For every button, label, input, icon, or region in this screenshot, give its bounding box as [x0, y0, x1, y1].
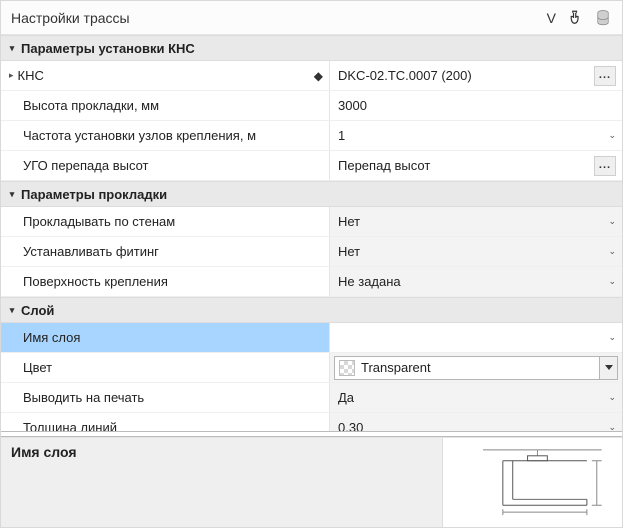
chevron-down-icon: ⌄ — [608, 130, 616, 141]
label-walls[interactable]: Прокладывать по стенам — [1, 207, 330, 236]
combo-drop-button[interactable] — [599, 357, 617, 379]
chevron-down-icon: ⌄ — [608, 332, 616, 343]
value-walls[interactable]: Нет ⌄ — [330, 207, 622, 236]
value-fitting[interactable]: Нет ⌄ — [330, 237, 622, 266]
row-layer-name: Имя слоя ⌄ — [1, 323, 622, 353]
label-surface[interactable]: Поверхность крепления — [1, 267, 330, 296]
row-surface: Поверхность крепления Не задана ⌄ — [1, 267, 622, 297]
value-height[interactable]: 3000 — [330, 91, 622, 120]
value-linewidth[interactable]: 0,30 ⌄ — [330, 413, 622, 431]
row-walls: Прокладывать по стенам Нет ⌄ — [1, 207, 622, 237]
label-color[interactable]: Цвет — [1, 353, 330, 382]
browse-button[interactable]: ... — [594, 156, 616, 176]
row-print: Выводить на печать Да ⌄ — [1, 383, 622, 413]
label-fitting[interactable]: Устанавливать фитинг — [1, 237, 330, 266]
value-kns[interactable]: DKC-02.TC.0007 (200) ... — [330, 61, 622, 90]
row-height: Высота прокладки, мм 3000 — [1, 91, 622, 121]
expand-icon: ▸ — [9, 70, 14, 81]
section-header-install[interactable]: ▾ Параметры установки КНС — [1, 35, 622, 61]
value-print[interactable]: Да ⌄ — [330, 383, 622, 412]
value-color[interactable]: Transparent — [330, 353, 622, 382]
drag-icon[interactable] — [566, 9, 584, 27]
row-linewidth: Толщина линий 0,30 ⌄ — [1, 413, 622, 431]
titlebar: Настройки трассы V — [1, 1, 622, 35]
chevron-down-icon: ⌄ — [608, 216, 616, 227]
property-grid[interactable]: ▾ Параметры установки КНС ▸ КНС ◆ DKC-02… — [1, 35, 622, 431]
row-ugo: УГО перепада высот Перепад высот ... — [1, 151, 622, 181]
section-header-laying[interactable]: ▾ Параметры прокладки — [1, 181, 622, 207]
collapse-icon: ▾ — [5, 41, 19, 55]
label-freq[interactable]: Частота установки узлов крепления, м — [1, 121, 330, 150]
value-layer-name[interactable]: ⌄ — [330, 323, 622, 352]
row-kns: ▸ КНС ◆ DKC-02.TC.0007 (200) ... — [1, 61, 622, 91]
row-color: Цвет Transparent — [1, 353, 622, 383]
preview-thumbnail — [442, 438, 622, 527]
chevron-down-icon: ⌄ — [608, 246, 616, 257]
section-header-layer[interactable]: ▾ Слой — [1, 297, 622, 323]
row-freq: Частота установки узлов крепления, м 1 ⌄ — [1, 121, 622, 151]
value-freq[interactable]: 1 ⌄ — [330, 121, 622, 150]
label-kns[interactable]: ▸ КНС ◆ — [1, 61, 330, 90]
label-ugo[interactable]: УГО перепада высот — [1, 151, 330, 180]
section-title: Слой — [21, 303, 54, 318]
color-combobox[interactable]: Transparent — [334, 356, 618, 380]
label-print[interactable]: Выводить на печать — [1, 383, 330, 412]
chevron-down-icon: ⌄ — [608, 276, 616, 287]
transparent-swatch-icon — [339, 360, 355, 376]
database-icon[interactable] — [594, 9, 612, 27]
settings-panel: Настройки трассы V — [0, 0, 623, 528]
value-surface[interactable]: Не задана ⌄ — [330, 267, 622, 296]
label-layer-name[interactable]: Имя слоя — [1, 323, 330, 352]
section-title: Параметры прокладки — [21, 187, 167, 202]
property-description: Имя слоя — [1, 438, 442, 527]
chevron-down-icon: ⌄ — [608, 392, 616, 403]
linked-db-icon: ◆ — [314, 69, 323, 83]
row-fitting: Устанавливать фитинг Нет ⌄ — [1, 237, 622, 267]
value-ugo[interactable]: Перепад высот ... — [330, 151, 622, 180]
view-mode-icon[interactable]: V — [547, 10, 556, 26]
section-title: Параметры установки КНС — [21, 41, 195, 56]
label-linewidth[interactable]: Толщина линий — [1, 413, 330, 431]
collapse-icon: ▾ — [5, 303, 19, 317]
titlebar-actions: V — [547, 9, 612, 27]
chevron-down-icon: ⌄ — [608, 422, 616, 431]
browse-button[interactable]: ... — [594, 66, 616, 86]
collapse-icon: ▾ — [5, 187, 19, 201]
window-title: Настройки трассы — [11, 10, 547, 26]
label-height[interactable]: Высота прокладки, мм — [1, 91, 330, 120]
description-pane: Имя слоя — [1, 437, 622, 527]
